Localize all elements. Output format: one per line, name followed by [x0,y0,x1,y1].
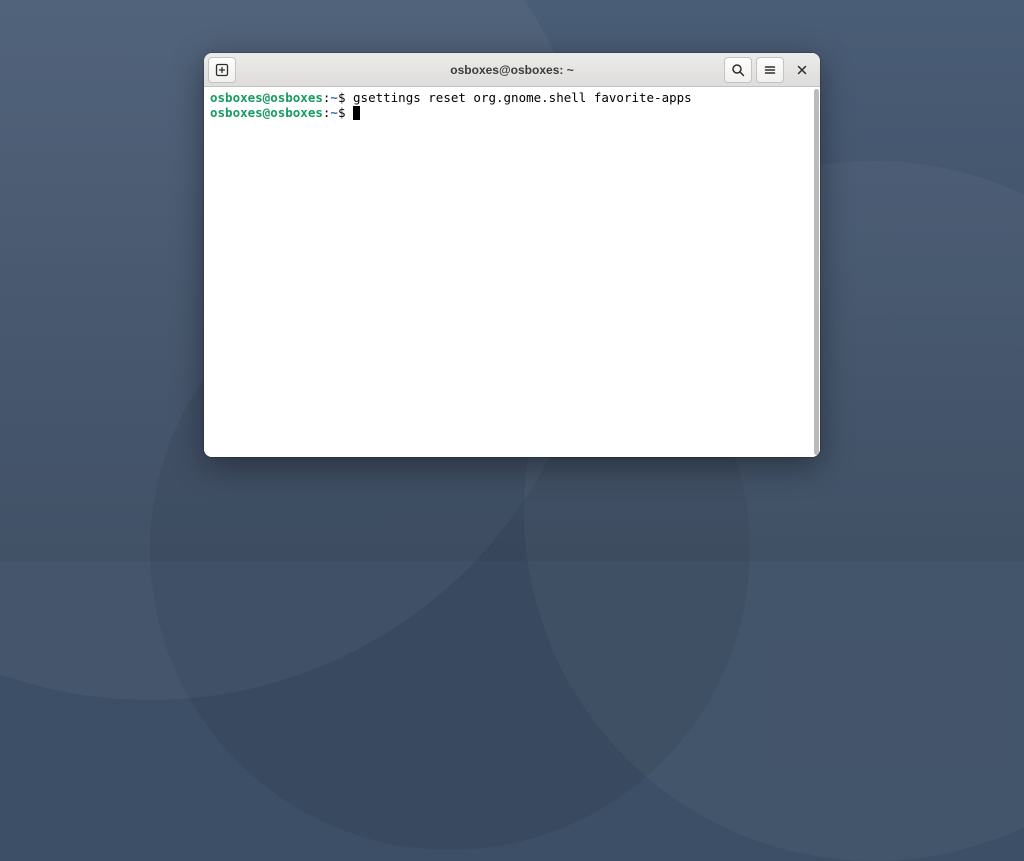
new-tab-icon [215,63,229,77]
search-button[interactable] [724,57,752,83]
window-title: osboxes@osboxes: ~ [450,63,573,77]
prompt-dollar: $ [338,105,353,120]
prompt-user-host: osboxes@osboxes [210,90,323,105]
prompt-dollar: $ [338,90,353,105]
close-icon [796,64,808,76]
titlebar[interactable]: osboxes@osboxes: ~ [204,53,820,87]
hamburger-icon [763,63,777,77]
scrollbar-thumb[interactable] [814,89,819,455]
terminal-cursor [353,106,360,120]
search-icon [731,63,745,77]
titlebar-right-group [724,57,816,83]
terminal-window: osboxes@osboxes: ~ osboxes@osboxes:~$ gs [204,53,820,457]
menu-button[interactable] [756,57,784,83]
terminal-line: osboxes@osboxes:~$ [210,105,814,120]
command-text: gsettings reset org.gnome.shell favorite… [353,90,692,105]
new-tab-button[interactable] [208,57,236,83]
prompt-path: ~ [330,90,338,105]
titlebar-left-group [208,57,236,83]
prompt-path: ~ [330,105,338,120]
prompt-user-host: osboxes@osboxes [210,105,323,120]
terminal-line: osboxes@osboxes:~$ gsettings reset org.g… [210,90,814,105]
terminal-body[interactable]: osboxes@osboxes:~$ gsettings reset org.g… [204,87,820,457]
close-button[interactable] [788,57,816,83]
